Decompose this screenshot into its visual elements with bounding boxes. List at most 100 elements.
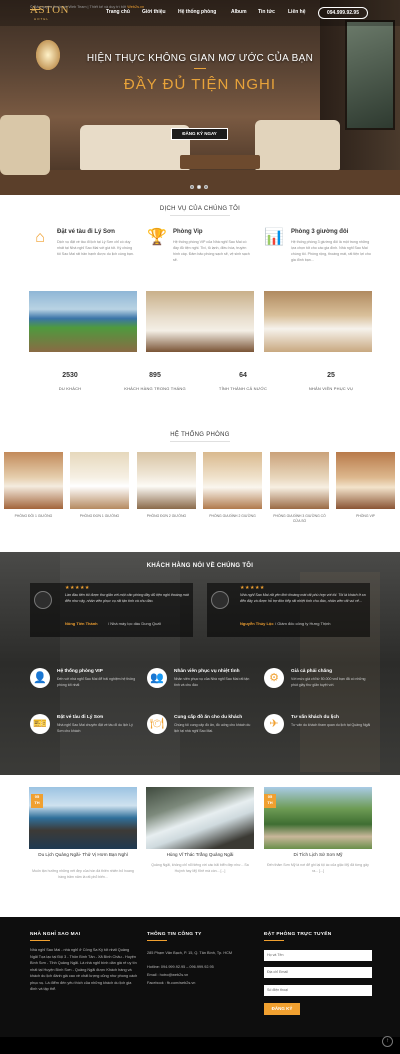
news-image-2[interactable] bbox=[146, 787, 254, 849]
testimonial-quote-2: Nhà nghỉ Sao Mai rất yên tĩnh thoáng mát… bbox=[240, 593, 366, 603]
chart-icon: 📊 bbox=[264, 229, 284, 246]
email-input[interactable]: Địa chỉ Email bbox=[264, 967, 372, 978]
stat-label-4: NHÂN VIÊN PHỤC VỤ bbox=[308, 386, 354, 391]
news-title-1[interactable]: Du Lịch Quảng Ngãi- Thử Vị Hơm Bạn Nghỉ bbox=[29, 852, 137, 858]
room-caption-5[interactable]: PHÒNG GIA ĐÌNH 3 GIƯỜNG CÓ CỬA SỔ bbox=[270, 514, 329, 524]
slider-dot-1[interactable] bbox=[190, 185, 194, 189]
slider-dot-3[interactable] bbox=[204, 185, 208, 189]
testimonial-name-1: Nông Tiến Thành bbox=[65, 621, 98, 626]
room-caption-2[interactable]: PHÒNG ĐƠN 1 GIƯỜNG bbox=[70, 514, 129, 519]
name-input[interactable]: Họ và Tên bbox=[264, 950, 372, 961]
footer-facebook[interactable]: Facebook : fb.com/web2s.vn bbox=[147, 980, 255, 987]
stat-label-2: KHÁCH HÀNG TRONG THÁNG bbox=[124, 386, 186, 391]
team-icon: 👥 bbox=[147, 668, 167, 688]
avatar-2 bbox=[211, 591, 229, 609]
hero-title: Hiện thực không gian mơ ước của bạn bbox=[86, 53, 314, 64]
register-button[interactable]: ĐĂNG KÝ NGAY bbox=[171, 128, 228, 140]
footer-email[interactable]: Email : hotro@web2s.vn bbox=[147, 972, 255, 979]
stat-label-1: DU KHÁCH bbox=[58, 386, 82, 391]
news-desc-1: Muốn tận hưởng những nét đẹp của hòn đá … bbox=[32, 869, 134, 879]
room-photo-4[interactable] bbox=[203, 452, 262, 509]
service-desc-1: Dịch vụ đặt vé tàu đi lịch tại Lý Sơn ch… bbox=[57, 240, 134, 256]
room-photo-2[interactable] bbox=[70, 452, 129, 509]
service-photo-triple[interactable] bbox=[264, 291, 372, 352]
hero-floor bbox=[0, 170, 400, 195]
news-image-3[interactable] bbox=[264, 787, 372, 849]
service-title-1[interactable]: Đặt vé tàu đi Lý Sơn bbox=[57, 229, 115, 235]
menu-item-news[interactable]: Tin tức bbox=[258, 9, 275, 15]
news-day-3: 05 bbox=[267, 794, 273, 799]
stat-number-2: 895 bbox=[149, 372, 161, 379]
footer-company-title: THÔNG TIN CÔNG TY bbox=[147, 932, 202, 937]
menu-item-rooms[interactable]: Hệ thống phòng bbox=[178, 9, 216, 15]
feature-desc-3: Với mức giá chỉ từ 50.000 vnđ bạn đã có … bbox=[291, 677, 366, 687]
stat-label-3: TỈNH THÀNH CẢ NƯỚC bbox=[218, 386, 268, 391]
news-month-1: TH bbox=[34, 800, 40, 805]
room-photo-5[interactable] bbox=[270, 452, 329, 509]
service-photo-island[interactable] bbox=[29, 291, 137, 352]
rooms-divider bbox=[170, 441, 230, 442]
menu-item-home[interactable]: Trang chủ bbox=[106, 9, 130, 15]
stat-number-3: 64 bbox=[239, 372, 247, 379]
footer-hotline[interactable]: Hotline: 094.999.92.95 – 096.999.92.95 bbox=[147, 964, 255, 971]
stat-number-4: 25 bbox=[327, 372, 335, 379]
service-desc-3: Hệ thống phòng 3 giường đôi là một trong… bbox=[291, 240, 371, 262]
feature-desc-2: Nhân viên phục vụ của Nhà nghỉ Sao Mai r… bbox=[174, 677, 250, 687]
hero-divider bbox=[194, 68, 206, 69]
service-title-3[interactable]: Phòng 3 giường đôi bbox=[291, 229, 348, 235]
phone-input[interactable]: Số điện thoại bbox=[264, 985, 372, 996]
news-desc-3: Đến thăm Sơn Mỹ là nơi để ghi lại tội ác… bbox=[267, 863, 369, 873]
footer-about-divider bbox=[30, 940, 50, 941]
copyright-link[interactable]: Web2s.vn bbox=[127, 5, 144, 9]
room-photo-6[interactable] bbox=[336, 452, 395, 509]
logo-sub: HOTEL bbox=[34, 17, 50, 21]
copyright-text: © Bản quyền thuộc về Web Team | Thiết kế… bbox=[30, 5, 144, 9]
feature-title-6: Tư vấn khách du lịch bbox=[291, 715, 339, 720]
news-image-1[interactable] bbox=[29, 787, 137, 849]
hero-window bbox=[345, 20, 395, 130]
room-caption-6[interactable]: PHÒNG VIP bbox=[336, 514, 395, 519]
room-photo-3[interactable] bbox=[137, 452, 196, 509]
service-title-2[interactable]: Phòng Vip bbox=[173, 229, 203, 235]
menu-item-album[interactable]: Album bbox=[231, 9, 247, 15]
network-icon: ⚙ bbox=[264, 668, 284, 688]
services-divider bbox=[170, 215, 230, 216]
phone-button[interactable]: 094.999.92.95 bbox=[318, 7, 368, 19]
testimonial-card-1 bbox=[30, 583, 193, 637]
feature-desc-6: Tư vấn du khách tham quan du lịch tại Qu… bbox=[291, 723, 371, 727]
room-photo-1[interactable] bbox=[4, 452, 63, 509]
feature-title-5: Cung cấp đồ ăn cho du khách bbox=[174, 715, 243, 720]
feature-desc-1: Đến với nhà nghỉ Sao Mai để trải nghiệm … bbox=[57, 677, 136, 687]
feature-desc-4: Nhà nghỉ Sao Mai chuyên đặt vé tàu đi du… bbox=[57, 723, 133, 733]
hero-chair bbox=[0, 115, 50, 175]
news-title-3[interactable]: Di Tích Lịch Sử Sơn Mỹ bbox=[264, 852, 372, 858]
testimonial-role-2: / Giám đốc công ty Hưng Thịnh bbox=[275, 621, 331, 626]
ticket-icon: 🎫 bbox=[30, 714, 50, 734]
house-icon: ⌂ bbox=[35, 229, 45, 246]
services-heading: DỊCH VỤ CỦA CHÚNG TÔI bbox=[159, 206, 241, 212]
copyright-bar bbox=[0, 1037, 400, 1054]
rating-stars-1: ★★★★★ bbox=[65, 585, 90, 591]
hero-slider bbox=[0, 0, 400, 195]
feature-title-1: Hệ thống phòng VIP bbox=[57, 669, 103, 674]
service-desc-2: Hệ thống phòng VIP của Nhà nghỉ Sao Mai … bbox=[173, 240, 250, 262]
slider-dot-2[interactable] bbox=[197, 185, 201, 189]
user-icon: 👤 bbox=[30, 668, 50, 688]
news-title-2[interactable]: Hùng Vĩ Thác Trắng Quảng Ngãi bbox=[146, 852, 254, 858]
news-date-1: 05 TH bbox=[31, 794, 43, 808]
menu-item-about[interactable]: Giới thiệu bbox=[142, 9, 166, 15]
submit-button[interactable]: ĐĂNG KÝ bbox=[264, 1003, 300, 1015]
room-caption-3[interactable]: PHÒNG ĐƠN 2 GIƯỜNG bbox=[137, 514, 196, 519]
scroll-top-icon[interactable]: ↑ bbox=[382, 1036, 393, 1047]
testimonials-heading: KHÁCH HÀNG NÓI VỀ CHÚNG TÔI bbox=[146, 563, 254, 569]
hero-subtitle: Đầy đủ tiện nghi bbox=[123, 76, 277, 93]
feature-desc-5: Chúng tôi cung cấp đồ ăn, đồ uống cho kh… bbox=[174, 723, 251, 733]
testimonial-name-2: Nguyễn Thúy Lộc bbox=[240, 621, 274, 626]
menu-item-contact[interactable]: Liên hệ bbox=[288, 9, 306, 15]
footer-booking-title: ĐẶT PHÒNG TRỰC TUYẾN bbox=[264, 932, 332, 937]
top-nav: ASTON HOTEL Trang chủ Giới thiệu Hệ thốn… bbox=[0, 0, 400, 26]
room-caption-1[interactable]: PHÒNG ĐÔI 1 GIƯỜNG bbox=[4, 514, 63, 519]
service-photo-vip[interactable] bbox=[146, 291, 254, 352]
room-caption-4[interactable]: PHÒNG GIA ĐÌNH 2 GIƯỜNG bbox=[203, 514, 262, 519]
avatar-1 bbox=[34, 591, 52, 609]
